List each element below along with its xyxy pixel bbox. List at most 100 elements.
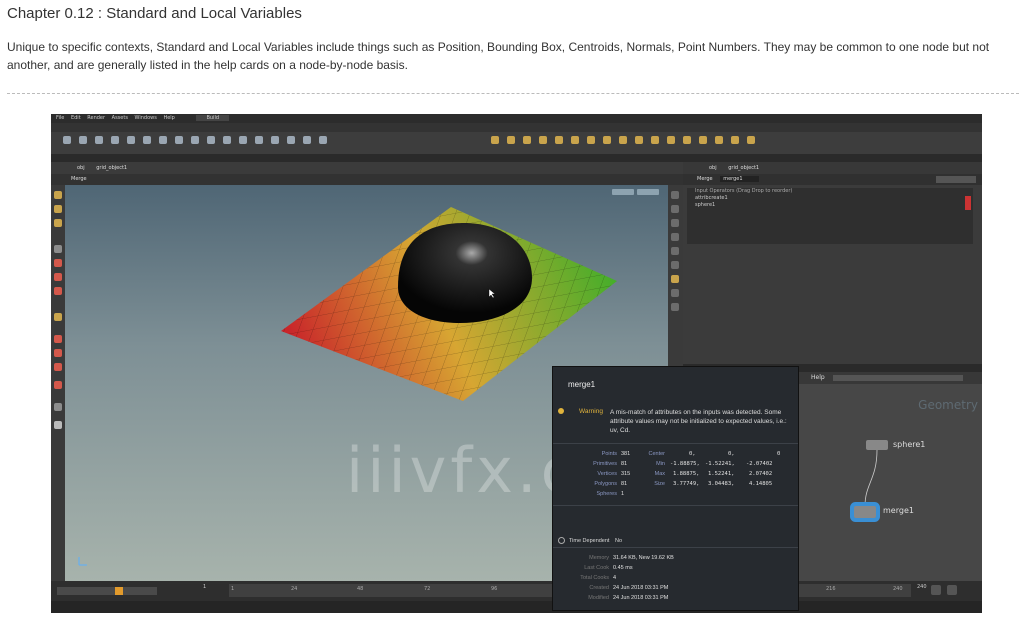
- warning-icon: [558, 408, 564, 414]
- volume-light-icon[interactable]: [571, 136, 579, 144]
- playback-controls[interactable]: [57, 587, 157, 595]
- curve-tool-icon[interactable]: [191, 136, 199, 144]
- wireframe-icon[interactable]: [671, 205, 679, 213]
- menu-edit[interactable]: Edit: [71, 115, 81, 121]
- metaball-tool-icon[interactable]: [303, 136, 311, 144]
- menu-file[interactable]: File: [56, 115, 64, 121]
- spot-light-icon[interactable]: [523, 136, 531, 144]
- portal-light-icon[interactable]: [667, 136, 675, 144]
- input-item[interactable]: attribcreate1: [687, 195, 973, 202]
- tea-cup-icon[interactable]: [54, 421, 62, 429]
- menu-render[interactable]: Render: [87, 115, 105, 121]
- memory-label: Memory: [589, 555, 609, 561]
- environment-light-icon[interactable]: [603, 136, 611, 144]
- pose-tool-icon[interactable]: [54, 245, 62, 253]
- distant-light-icon[interactable]: [587, 136, 595, 144]
- bounds-value: 0,: [728, 451, 735, 457]
- param-path-node[interactable]: grid_object1: [728, 165, 759, 171]
- timeline-tick: 24: [291, 586, 298, 592]
- play-button[interactable]: [115, 587, 123, 595]
- platonic-tool-icon[interactable]: [271, 136, 279, 144]
- frame-start[interactable]: 1: [203, 584, 206, 590]
- box-tool-icon[interactable]: [63, 136, 71, 144]
- param-path-obj[interactable]: obj: [709, 165, 717, 171]
- flipbook-icon[interactable]: [54, 363, 62, 371]
- caustic-light-icon[interactable]: [651, 136, 659, 144]
- move-tool-icon[interactable]: [54, 219, 62, 227]
- scale-tool-icon[interactable]: [54, 273, 62, 281]
- null-tool-icon[interactable]: [143, 136, 151, 144]
- point-light-icon[interactable]: [507, 136, 515, 144]
- torus-tool-icon[interactable]: [111, 136, 119, 144]
- bounds-value: -2.07402: [746, 461, 773, 467]
- stereo-camera-icon[interactable]: [699, 136, 707, 144]
- lsystem-tool-icon[interactable]: [287, 136, 295, 144]
- bounds-value: -1.88875,: [670, 461, 700, 467]
- network-tool-icons[interactable]: [833, 375, 963, 381]
- input-item[interactable]: sphere1: [687, 202, 973, 209]
- bounds-value: 2.07402: [749, 471, 773, 477]
- node-name-field[interactable]: merge1: [720, 176, 759, 182]
- circle-tool-icon[interactable]: [175, 136, 183, 144]
- frame-end[interactable]: 240: [917, 584, 927, 590]
- snap-tool-icon[interactable]: [54, 313, 62, 321]
- path-node[interactable]: grid_object1: [96, 165, 127, 171]
- param-header-icons[interactable]: [936, 176, 976, 183]
- geometry-light-icon[interactable]: [555, 136, 563, 144]
- shading-icon[interactable]: [671, 219, 679, 227]
- magnet-tool-icon[interactable]: [54, 335, 62, 343]
- camera-tool-icon[interactable]: [491, 136, 499, 144]
- area-light-icon[interactable]: [539, 136, 547, 144]
- grid-display-icon[interactable]: [671, 303, 679, 311]
- visibility-icon[interactable]: [54, 381, 62, 389]
- sky-light-icon[interactable]: [619, 136, 627, 144]
- persp-button[interactable]: [612, 189, 634, 195]
- text-tool-icon[interactable]: [255, 136, 263, 144]
- bounds-label: Min: [656, 461, 665, 467]
- switcher-icon[interactable]: [731, 136, 739, 144]
- remove-input-icon[interactable]: [965, 196, 971, 210]
- render-region-icon[interactable]: [54, 349, 62, 357]
- desktop-select[interactable]: Build: [196, 115, 230, 121]
- view-tool-icon[interactable]: [54, 205, 62, 213]
- menu-windows[interactable]: Windows: [135, 115, 157, 121]
- path-tool-icon[interactable]: [223, 136, 231, 144]
- select-tool-icon[interactable]: [54, 191, 62, 199]
- gi-light-icon[interactable]: [635, 136, 643, 144]
- tube-tool-icon[interactable]: [95, 136, 103, 144]
- display-option-icon[interactable]: [671, 191, 679, 199]
- rotate-tool-icon[interactable]: [54, 259, 62, 267]
- point-display-icon[interactable]: [671, 261, 679, 269]
- bounds-value: 1.88875,: [673, 471, 700, 477]
- timeline-tick: 48: [357, 586, 364, 592]
- menu-help[interactable]: Help: [163, 115, 174, 121]
- camera-view-icon[interactable]: [54, 403, 62, 411]
- path-obj[interactable]: obj: [77, 165, 85, 171]
- draw-curve-tool-icon[interactable]: [207, 136, 215, 144]
- vr-camera-icon[interactable]: [715, 136, 723, 144]
- light-icon[interactable]: [671, 233, 679, 241]
- spray-paint-tool-icon[interactable]: [239, 136, 247, 144]
- warning-message: A mis-match of attributes on the inputs …: [610, 409, 787, 434]
- file-tool-icon[interactable]: [319, 136, 327, 144]
- handle-tool-icon[interactable]: [54, 287, 62, 295]
- network-help-button[interactable]: Help: [811, 374, 825, 381]
- sphere: [398, 223, 532, 323]
- ghost-icon[interactable]: [671, 247, 679, 255]
- input-operators-list: Input Operators (Drag Drop to reorder) a…: [687, 188, 973, 244]
- menu-assets[interactable]: Assets: [112, 115, 128, 121]
- merge1-node[interactable]: [854, 506, 876, 518]
- memory-value: 4: [613, 575, 617, 581]
- sphere-tool-icon[interactable]: [79, 136, 87, 144]
- bg-display-icon[interactable]: [671, 289, 679, 297]
- normal-display-icon[interactable]: [671, 275, 679, 283]
- no-cam-button[interactable]: [637, 189, 659, 195]
- stat-value: 1: [621, 491, 625, 497]
- line-tool-icon[interactable]: [159, 136, 167, 144]
- audio-icon[interactable]: [947, 585, 957, 595]
- key-icon[interactable]: [931, 585, 941, 595]
- ambient-light-icon[interactable]: [683, 136, 691, 144]
- grid-tool-icon[interactable]: [127, 136, 135, 144]
- gamepad-camera-icon[interactable]: [747, 136, 755, 144]
- node-info-popup: merge1 Warning A mis-match of attributes…: [552, 366, 799, 611]
